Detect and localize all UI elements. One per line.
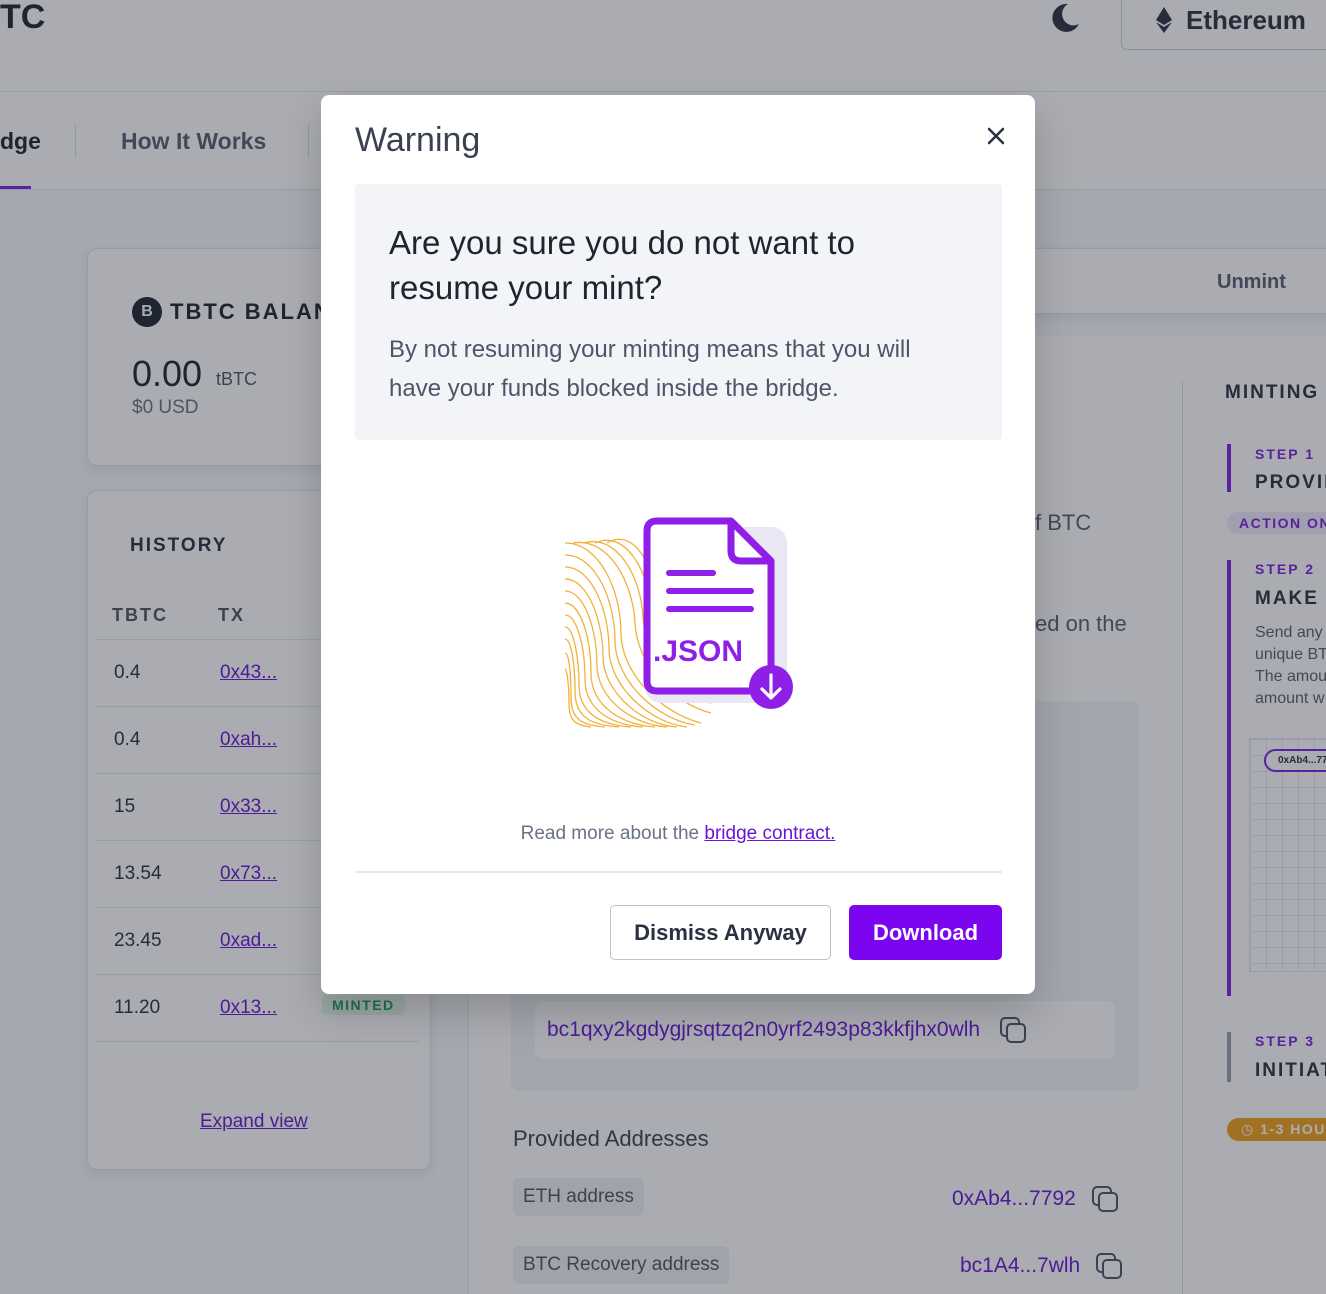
warning-modal: Warning Are you sure you do not want to … xyxy=(321,95,1035,994)
download-button[interactable]: Download xyxy=(849,905,1002,960)
read-more-prefix: Read more about the xyxy=(520,823,705,844)
warning-message-box: Are you sure you do not want to resume y… xyxy=(355,184,1002,440)
close-button[interactable] xyxy=(981,121,1011,151)
modal-title: Warning xyxy=(355,121,481,159)
bridge-contract-link[interactable]: bridge contract. xyxy=(704,823,835,844)
json-file-icon: .JSON xyxy=(564,517,793,728)
modal-divider xyxy=(355,871,1002,873)
warning-heading: Are you sure you do not want to resume y… xyxy=(389,224,855,306)
read-more-text: Read more about the bridge contract. xyxy=(321,823,1035,845)
warning-body: By not resuming your minting means that … xyxy=(389,336,911,402)
download-arrow-icon xyxy=(749,665,793,709)
close-icon xyxy=(987,127,1005,145)
dismiss-anyway-button[interactable]: Dismiss Anyway xyxy=(610,905,831,960)
json-label: .JSON xyxy=(653,635,743,668)
